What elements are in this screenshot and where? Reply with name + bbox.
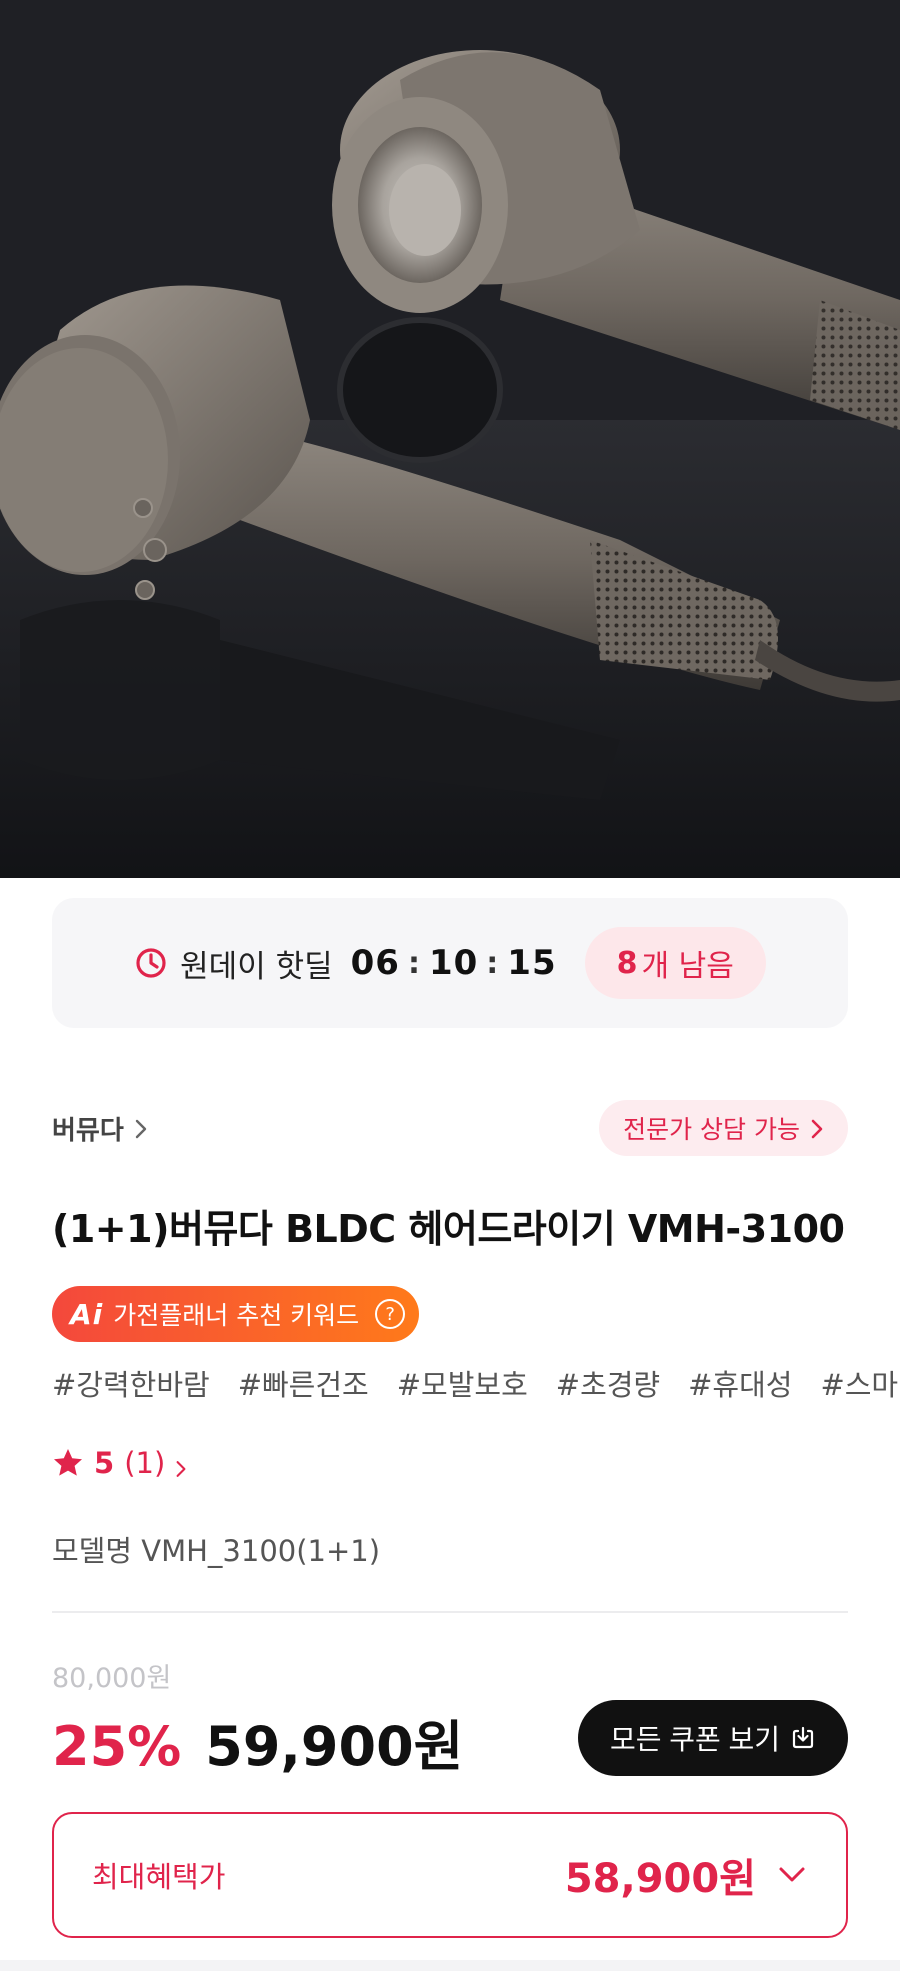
ai-badge-label: 가전플래너 추천 키워드 (113, 1301, 360, 1330)
keyword-tag[interactable]: #스마 (820, 1362, 898, 1404)
price-row: 25% 59,900원 (52, 1702, 463, 1781)
brand-name: 버뮤다 (52, 1115, 124, 1146)
brand-link[interactable]: 버뮤다 (52, 1110, 148, 1147)
expert-consult-button[interactable]: 전문가 상담 가능 (599, 1100, 848, 1156)
chevron-right-icon (810, 1117, 824, 1139)
product-title: (1+1)버뮤다 BLDC 헤어드라이기 VMH-3100 (52, 1207, 845, 1251)
discount-rate: 25% (52, 1715, 182, 1778)
max-benefit-price: 58,900원 (564, 1856, 756, 1902)
rating-score: 5 (94, 1446, 115, 1480)
product-hero-image (0, 0, 900, 878)
original-price: 80,000원 (52, 1663, 172, 1694)
brand-row: 버뮤다 전문가 상담 가능 (52, 1100, 848, 1156)
divider (52, 1611, 848, 1613)
star-icon (54, 1449, 82, 1476)
countdown-hours: 06 (350, 943, 400, 983)
keyword-tag[interactable]: #모발보호 (397, 1362, 528, 1404)
all-coupons-button[interactable]: 모든 쿠폰 보기 (578, 1700, 848, 1776)
chevron-down-icon (779, 1867, 805, 1882)
keyword-tag[interactable]: #강력한바람 (52, 1362, 210, 1404)
rating-link[interactable]: 5 (1) (52, 1446, 189, 1480)
help-icon[interactable]: ? (375, 1299, 406, 1329)
ai-logo: Ai (70, 1297, 104, 1331)
model-info: 모델명 VMH_3100(1+1) (52, 1528, 380, 1570)
stock-remaining-suffix: 개 남음 (641, 949, 734, 984)
keyword-tag[interactable]: #초경량 (556, 1362, 660, 1404)
keyword-tag[interactable]: #휴대성 (688, 1362, 792, 1404)
stock-remaining-count: 8 (616, 945, 638, 981)
chevron-right-icon (175, 1452, 189, 1477)
keyword-tag[interactable]: #빠른건조 (238, 1362, 369, 1404)
one-day-deal-bar: 원데이 핫딜 06 : 10 : 15 8 개 남음 (52, 898, 848, 1028)
max-benefit-label: 최대혜택가 (92, 1860, 226, 1894)
section-divider (0, 1960, 900, 1971)
review-count: (1) (124, 1446, 166, 1480)
clock-icon (134, 946, 168, 980)
countdown-separator: : (407, 945, 421, 981)
max-benefit-price-panel[interactable]: 최대혜택가 58,900원 (52, 1812, 848, 1938)
deal-label: 원데이 핫딜 (180, 948, 333, 985)
sale-price: 59,900원 (205, 1715, 464, 1778)
chevron-right-icon (134, 1117, 148, 1139)
model-value: VMH_3100(1+1) (141, 1534, 381, 1568)
coupon-button-label: 모든 쿠폰 보기 (609, 1724, 781, 1755)
max-benefit-value: 58,900원 (565, 1846, 806, 1904)
countdown-minutes: 10 (428, 943, 479, 983)
ai-keyword-badge[interactable]: Ai 가전플래너 추천 키워드 ? (52, 1286, 420, 1342)
download-icon (792, 1726, 814, 1749)
countdown-separator: : (486, 945, 500, 981)
countdown-seconds: 15 (507, 943, 557, 983)
consult-label: 전문가 상담 가능 (623, 1115, 800, 1144)
hair-dryer-illustration (0, 0, 900, 878)
keyword-tags: #강력한바람 #빠른건조 #모발보호 #초경량 #휴대성 #스마 (52, 1362, 898, 1404)
stock-remaining-badge: 8 개 남음 (584, 927, 766, 999)
deal-countdown: 06 : 10 : 15 (351, 943, 557, 983)
model-label: 모델명 (52, 1534, 133, 1568)
